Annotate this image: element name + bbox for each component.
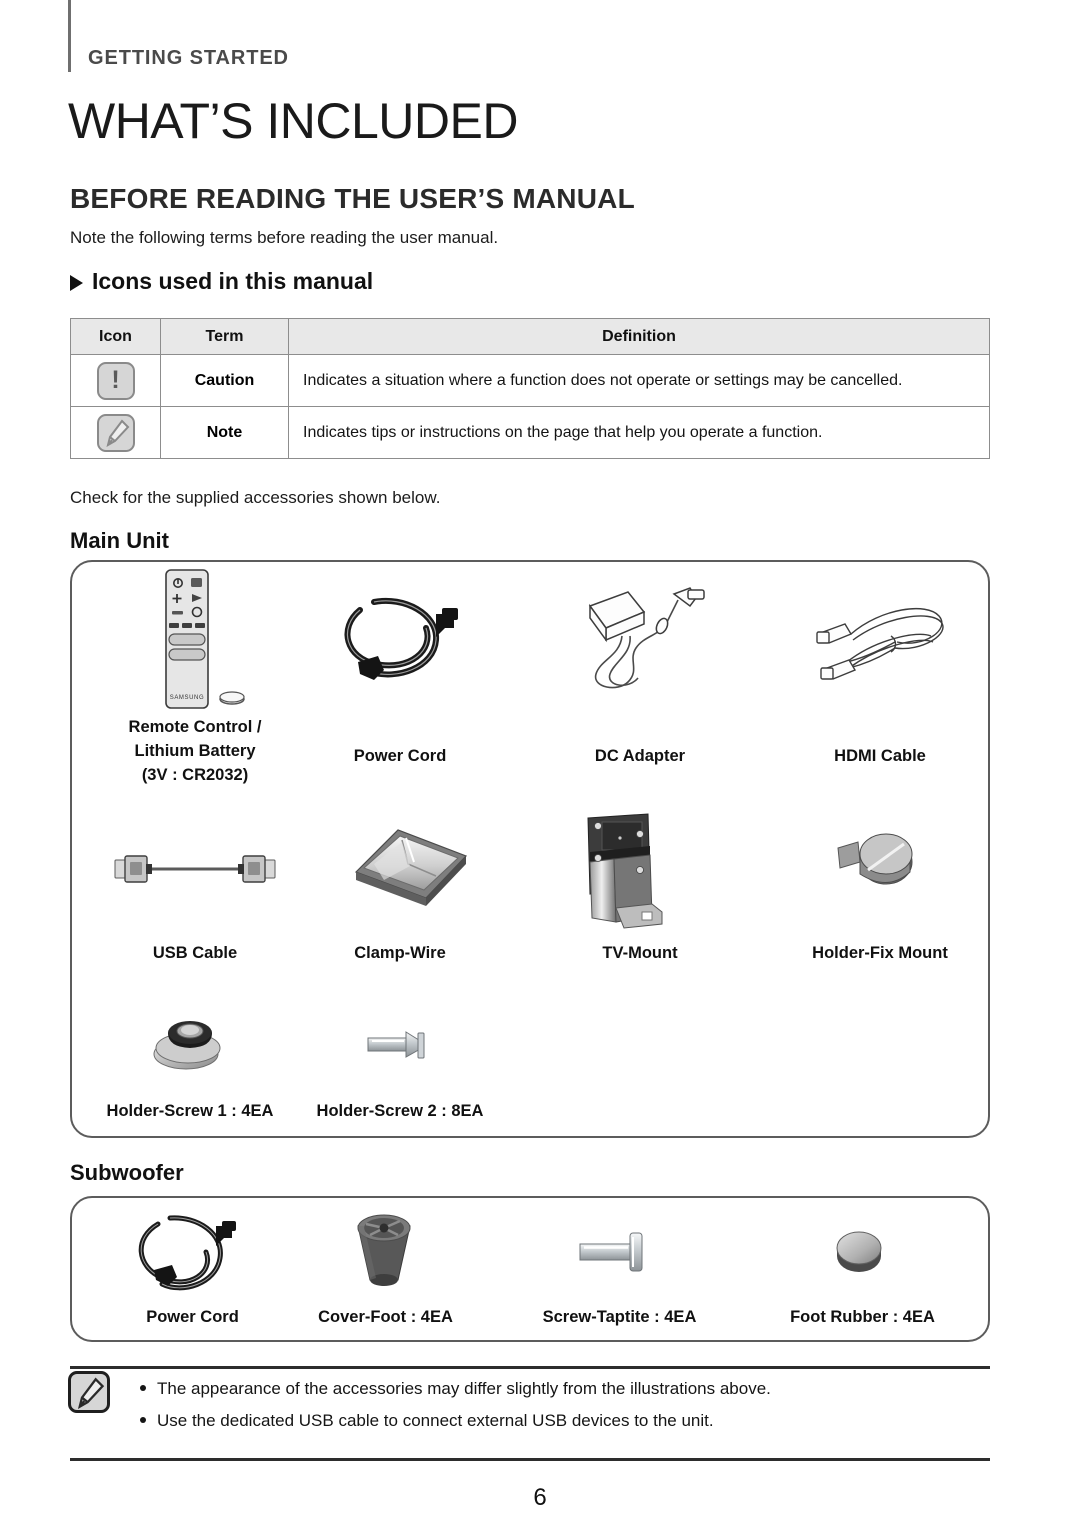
accessory-label: Remote Control / Lithium Battery (3V : C… bbox=[128, 718, 262, 784]
footer-rule-top bbox=[70, 1366, 990, 1369]
accessories-intro: Check for the supplied accessories shown… bbox=[70, 488, 441, 507]
note-icon bbox=[68, 1371, 110, 1413]
column-header-definition: Definition bbox=[288, 318, 990, 355]
accessory-label: Power Cord bbox=[353, 747, 447, 765]
clamp-wire-art bbox=[340, 818, 480, 913]
table-header-row: Icon Term Definition bbox=[70, 318, 990, 355]
accessory-label: TV-Mount bbox=[602, 944, 678, 962]
page-title: WHAT’S INCLUDED bbox=[68, 93, 518, 149]
usb-cable-art bbox=[105, 840, 285, 900]
caution-icon bbox=[96, 361, 135, 400]
note-icon bbox=[96, 413, 135, 452]
cover-foot-art bbox=[340, 1212, 430, 1297]
item-label-sub-power-cord: Power Cord bbox=[100, 1306, 285, 1330]
bullet-icon bbox=[140, 1385, 146, 1391]
accessory-label: Cover-Foot : 4EA bbox=[318, 1308, 453, 1326]
item-label-power-cord: Power Cord bbox=[305, 745, 495, 769]
item-label-foot-rubber: Foot Rubber : 4EA bbox=[770, 1306, 955, 1330]
table-row: Note Indicates tips or instructions on t… bbox=[70, 406, 990, 459]
page-number: 6 bbox=[533, 1484, 547, 1511]
dc-adapter-art bbox=[570, 578, 730, 703]
section-title: BEFORE READING THE USER’S MANUAL bbox=[70, 183, 635, 214]
svg-text:SAMSUNG: SAMSUNG bbox=[170, 695, 205, 701]
sub-heading: Icons used in this manual bbox=[70, 268, 373, 295]
term-note: Note bbox=[160, 406, 289, 459]
power-cord-art bbox=[330, 580, 480, 700]
remote-control-art: SAMSUNG bbox=[120, 566, 270, 716]
note-icon-cell bbox=[70, 406, 161, 459]
accessory-label: Holder-Screw 2 : 8EA bbox=[316, 1102, 484, 1120]
chapter-kicker: GETTING STARTED bbox=[88, 47, 289, 69]
item-label-hdmi-cable: HDMI Cable bbox=[785, 745, 975, 769]
caution-icon-cell bbox=[70, 354, 161, 407]
accessory-label: Holder-Fix Mount bbox=[812, 944, 948, 962]
accessory-label: Holder-Screw 1 : 4EA bbox=[106, 1102, 274, 1120]
item-label-remote-control: Remote Control / Lithium Battery (3V : C… bbox=[95, 716, 295, 788]
item-label-holder-screw-1: Holder-Screw 1 : 4EA bbox=[90, 1100, 290, 1124]
column-header-icon: Icon bbox=[70, 318, 161, 355]
accessory-label: USB Cable bbox=[152, 944, 238, 962]
item-label-cover-foot: Cover-Foot : 4EA bbox=[293, 1306, 478, 1330]
screw-taptite-art bbox=[570, 1225, 670, 1285]
item-label-clamp-wire: Clamp-Wire bbox=[305, 942, 495, 966]
column-header-term: Term bbox=[160, 318, 289, 355]
item-label-holder-screw-2: Holder-Screw 2 : 8EA bbox=[300, 1100, 500, 1124]
footer-note-text: The appearance of the accessories may di… bbox=[157, 1379, 771, 1398]
item-label-tv-mount: TV-Mount bbox=[545, 942, 735, 966]
accessory-label: Clamp-Wire bbox=[354, 944, 446, 962]
table-row: Caution Indicates a situation where a fu… bbox=[70, 354, 990, 407]
item-label-holder-fix-mount: Holder-Fix Mount bbox=[785, 942, 975, 966]
accessory-label: Foot Rubber : 4EA bbox=[790, 1308, 935, 1326]
subwoofer-heading: Subwoofer bbox=[70, 1160, 184, 1185]
sub-heading-label: Icons used in this manual bbox=[92, 268, 374, 294]
main-unit-heading: Main Unit bbox=[70, 528, 169, 553]
accessory-label: Power Cord bbox=[146, 1308, 239, 1326]
item-label-usb-cable: USB Cable bbox=[100, 942, 290, 966]
footer-note-icon-wrap bbox=[68, 1371, 110, 1413]
list-item: Use the dedicated USB cable to connect e… bbox=[140, 1410, 980, 1433]
manual-page: GETTING STARTED WHAT’S INCLUDED BEFORE R… bbox=[0, 0, 1080, 1532]
definition-caution: Indicates a situation where a function d… bbox=[288, 354, 990, 407]
hdmi-cable-art bbox=[805, 580, 965, 700]
term-caution: Caution bbox=[160, 354, 289, 407]
item-label-dc-adapter: DC Adapter bbox=[545, 745, 735, 769]
triangle-right-icon bbox=[70, 274, 83, 291]
accessory-label: HDMI Cable bbox=[834, 747, 926, 765]
bullet-icon bbox=[140, 1416, 146, 1423]
footer-note-list: The appearance of the accessories may di… bbox=[140, 1378, 980, 1442]
accessory-label: Screw-Taptite : 4EA bbox=[542, 1308, 697, 1326]
header-accent-rule bbox=[68, 0, 71, 72]
definition-note: Indicates tips or instructions on the pa… bbox=[288, 406, 990, 459]
item-label-screw-taptite: Screw-Taptite : 4EA bbox=[527, 1306, 712, 1330]
foot-rubber-art bbox=[828, 1226, 898, 1286]
holder-screw-2-art bbox=[360, 1018, 450, 1073]
tv-mount-art bbox=[578, 812, 698, 930]
footer-note-text: Use the dedicated USB cable to connect e… bbox=[157, 1410, 714, 1430]
section-note: Note the following terms before reading … bbox=[70, 228, 499, 247]
footer-rule-bottom bbox=[70, 1458, 990, 1461]
holder-screw-1-art bbox=[140, 1008, 240, 1078]
icons-table: Icon Term Definition Caution Indicates a… bbox=[70, 318, 990, 459]
holder-fix-mount-art bbox=[830, 828, 930, 908]
list-item: The appearance of the accessories may di… bbox=[140, 1378, 980, 1401]
sub-power-cord-art bbox=[128, 1208, 258, 1303]
accessory-label: DC Adapter bbox=[594, 747, 686, 765]
